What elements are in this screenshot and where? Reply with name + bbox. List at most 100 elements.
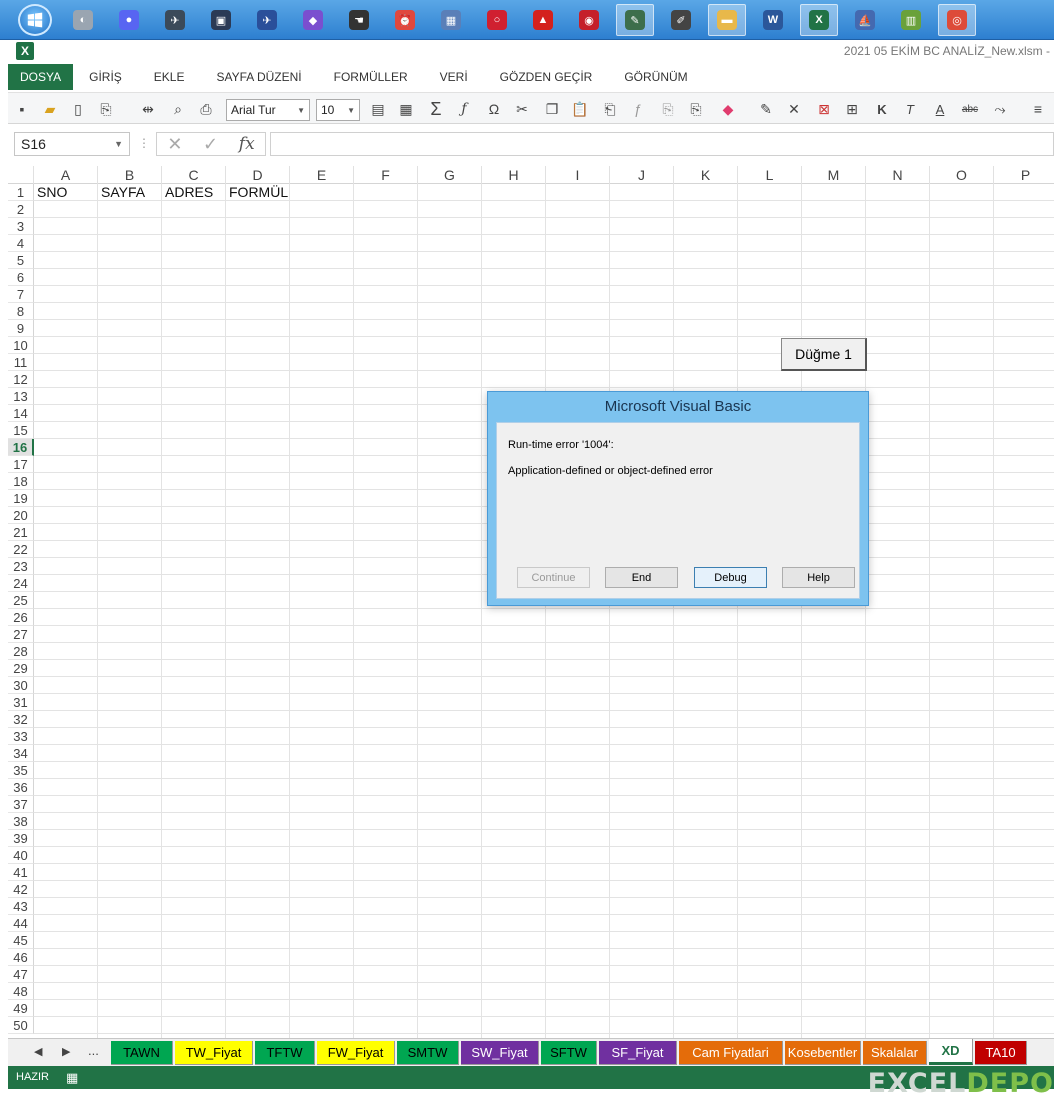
column-header-n[interactable]: N bbox=[866, 166, 930, 184]
row-header-44[interactable]: 44 bbox=[8, 915, 34, 932]
row-header-26[interactable]: 26 bbox=[8, 609, 34, 626]
row-header-36[interactable]: 36 bbox=[8, 779, 34, 796]
print-icon[interactable]: ⎙ bbox=[196, 99, 216, 119]
cancel-entry-icon[interactable]: ✕ bbox=[167, 134, 182, 155]
delete-comment-icon[interactable]: ✕ bbox=[784, 99, 804, 119]
taskbar-paint-button[interactable]: ✎ bbox=[616, 4, 654, 36]
tab-gorunum[interactable]: GÖRÜNÜM bbox=[608, 64, 703, 90]
row-header-15[interactable]: 15 bbox=[8, 422, 34, 439]
sheet-tab-tawn[interactable]: TAWN bbox=[111, 1041, 173, 1065]
borders-icon[interactable]: ▦ bbox=[396, 99, 416, 119]
row-header-40[interactable]: 40 bbox=[8, 847, 34, 864]
row-header-24[interactable]: 24 bbox=[8, 575, 34, 592]
paste-special-icon[interactable]: ⎗ bbox=[600, 99, 620, 119]
row-header-37[interactable]: 37 bbox=[8, 796, 34, 813]
font-size-select[interactable]: 10 ▼ bbox=[316, 99, 360, 121]
delete-cells-icon[interactable]: ⊠ bbox=[814, 99, 834, 119]
sheet-tab-kosebentler[interactable]: Kosebentler bbox=[785, 1041, 861, 1065]
row-header-32[interactable]: 32 bbox=[8, 711, 34, 728]
column-header-i[interactable]: I bbox=[546, 166, 610, 184]
taskbar-opera-button[interactable]: ○ bbox=[478, 4, 516, 36]
sheet-tab-ta10[interactable]: TA10 bbox=[975, 1041, 1027, 1065]
autosum-icon[interactable]: Σ bbox=[426, 99, 446, 119]
taskbar-chrome-button[interactable]: ◎ bbox=[938, 4, 976, 36]
sheet-tab-sftw[interactable]: SFTW bbox=[541, 1041, 597, 1065]
sheet-tab-sf-fiyat[interactable]: SF_Fiyat bbox=[599, 1041, 677, 1065]
scroll-tabs-right-icon[interactable]: ▶ bbox=[62, 1045, 70, 1058]
row-header-8[interactable]: 8 bbox=[8, 303, 34, 320]
underline-button[interactable]: A bbox=[930, 99, 950, 119]
tab-formuller[interactable]: FORMÜLLER bbox=[318, 64, 424, 90]
taskbar-app-chart-button[interactable]: ▥ bbox=[892, 4, 930, 36]
formula-bar-grip[interactable]: ⋮ bbox=[138, 136, 150, 150]
tab-dosya[interactable]: DOSYA bbox=[8, 64, 74, 90]
open-folder-icon[interactable]: ▰ bbox=[40, 99, 60, 119]
taskbar-tool-plane-button[interactable]: ✈ bbox=[156, 4, 194, 36]
paste-options-icon[interactable]: ⎘ bbox=[96, 99, 116, 119]
name-box[interactable]: S16 ▼ bbox=[14, 132, 130, 156]
formula-input[interactable] bbox=[270, 132, 1054, 156]
symbol-icon[interactable]: Ω bbox=[484, 99, 504, 119]
row-header-6[interactable]: 6 bbox=[8, 269, 34, 286]
insert-cells-icon[interactable]: ⊞ bbox=[842, 99, 862, 119]
eraser-icon[interactable]: ◆ bbox=[718, 99, 738, 119]
sheet-tab-sw-fiyat[interactable]: SW_Fiyat bbox=[461, 1041, 539, 1065]
start-button[interactable] bbox=[18, 4, 52, 36]
copy-icon[interactable]: ❐ bbox=[542, 99, 562, 119]
taskbar-browser-button[interactable]: ◐ bbox=[64, 4, 102, 36]
row-header-23[interactable]: 23 bbox=[8, 558, 34, 575]
more-tabs-button[interactable]: ... bbox=[88, 1043, 99, 1058]
taskbar-alarm-button[interactable]: ⏰ bbox=[386, 4, 424, 36]
confirm-entry-icon[interactable]: ✓ bbox=[203, 134, 218, 155]
column-header-f[interactable]: F bbox=[354, 166, 418, 184]
row-header-50[interactable]: 50 bbox=[8, 1017, 34, 1034]
new-comment-icon[interactable]: ✎ bbox=[756, 99, 776, 119]
end-button[interactable]: End bbox=[605, 567, 678, 588]
tab-sayfa-duzeni[interactable]: SAYFA DÜZENİ bbox=[200, 64, 317, 90]
taskbar-file-explorer-button[interactable]: ▬ bbox=[708, 4, 746, 36]
row-header-33[interactable]: 33 bbox=[8, 728, 34, 745]
row-header-2[interactable]: 2 bbox=[8, 201, 34, 218]
tab-gozden-gecir[interactable]: GÖZDEN GEÇİR bbox=[484, 64, 609, 90]
sheet-tab-fw-fiyat[interactable]: FW_Fiyat bbox=[317, 1041, 395, 1065]
column-header-g[interactable]: G bbox=[418, 166, 482, 184]
row-header-46[interactable]: 46 bbox=[8, 949, 34, 966]
taskbar-app-onb-button[interactable]: ▣ bbox=[202, 4, 240, 36]
insert-function-button[interactable]: fx bbox=[239, 134, 255, 154]
debug-button[interactable]: Debug bbox=[694, 567, 767, 588]
cell-d1[interactable]: FORMÜL bbox=[229, 184, 288, 200]
orientation-icon[interactable]: ⤳ bbox=[990, 99, 1010, 119]
cell-a1[interactable]: SNO bbox=[37, 184, 67, 200]
bold-button[interactable]: K bbox=[872, 99, 892, 119]
taskbar-visual-studio-button[interactable]: ◆ bbox=[294, 4, 332, 36]
row-header-41[interactable]: 41 bbox=[8, 864, 34, 881]
row-header-25[interactable]: 25 bbox=[8, 592, 34, 609]
column-header-d[interactable]: D bbox=[226, 166, 290, 184]
cell-b1[interactable]: SAYFA bbox=[101, 184, 145, 200]
macro-record-icon[interactable]: ▦ bbox=[66, 1070, 78, 1086]
row-header-43[interactable]: 43 bbox=[8, 898, 34, 915]
row-header-13[interactable]: 13 bbox=[8, 388, 34, 405]
row-header-14[interactable]: 14 bbox=[8, 405, 34, 422]
page-width-icon[interactable]: ⇹ bbox=[138, 99, 158, 119]
row-header-10[interactable]: 10 bbox=[8, 337, 34, 354]
sheet-tab-smtw[interactable]: SMTW bbox=[397, 1041, 459, 1065]
column-header-b[interactable]: B bbox=[98, 166, 162, 184]
strikethrough-button[interactable]: abc bbox=[960, 99, 980, 119]
row-header-16[interactable]: 16 bbox=[8, 439, 34, 456]
new-document-icon[interactable]: ▯ bbox=[68, 99, 88, 119]
font-name-select[interactable]: Arial Tur ▼ bbox=[226, 99, 310, 121]
cells-area[interactable]: SNO SAYFA ADRES FORMÜL bbox=[34, 184, 1054, 1038]
row-header-7[interactable]: 7 bbox=[8, 286, 34, 303]
column-header-e[interactable]: E bbox=[290, 166, 354, 184]
help-button[interactable]: Help bbox=[782, 567, 855, 588]
taskbar-excel-button[interactable]: X bbox=[800, 4, 838, 36]
taskbar-app-red-button[interactable]: ◉ bbox=[570, 4, 608, 36]
paste-formula-icon[interactable]: ƒ bbox=[628, 99, 648, 119]
row-header-22[interactable]: 22 bbox=[8, 541, 34, 558]
row-header-9[interactable]: 9 bbox=[8, 320, 34, 337]
taskbar-app-box-button[interactable]: ✈ bbox=[248, 4, 286, 36]
row-header-18[interactable]: 18 bbox=[8, 473, 34, 490]
row-header-38[interactable]: 38 bbox=[8, 813, 34, 830]
sheet-tab-cam-fiyatlari[interactable]: Cam Fiyatlari bbox=[679, 1041, 783, 1065]
